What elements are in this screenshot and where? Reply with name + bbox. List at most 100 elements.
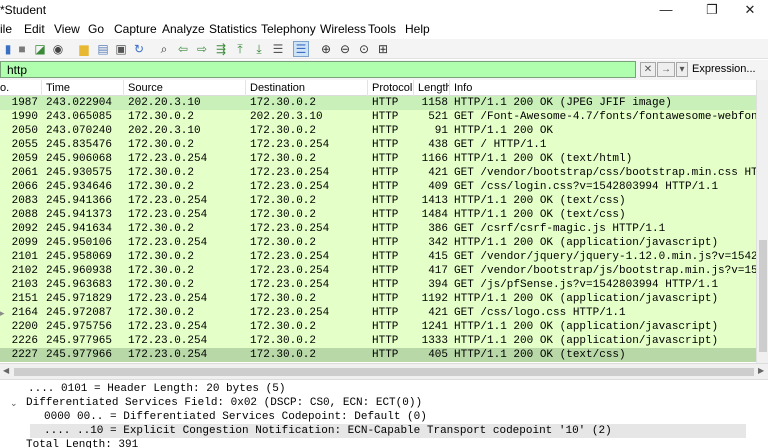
resize-columns-icon: ⊞ [377,42,389,56]
packet-cell-info: GET /Font-Awesome-4.7/fonts/fontawesome-… [454,111,756,123]
capture-options-button[interactable]: ◉ [50,41,66,57]
menu-statistics[interactable]: Statistics [209,22,257,36]
packet-cell-time: 245.941634 [46,223,113,235]
packet-cell-no: 2083 [11,195,38,207]
stop-capture-button[interactable]: ■ [14,41,30,57]
packet-row[interactable]: 2101 245.958069 172.30.0.2 172.23.0.254 HTTP… [0,250,756,264]
packet-cell-proto: HTTP [372,167,399,179]
find-packet-button[interactable]: ⌕ [156,41,172,57]
menu-file[interactable]: ile [0,22,12,36]
packet-row[interactable]: 2227 245.977966 172.23.0.254 172.30.0.2 HTTP… [0,348,756,362]
capture-options-icon: ◉ [52,42,64,56]
go-last-packet-button[interactable]: ⤓ [251,41,267,57]
detail-total-length[interactable]: Total Length: 391 [26,438,138,448]
scrollbar-thumb[interactable] [759,240,767,352]
packet-row[interactable]: 2059 245.906068 172.23.0.254 172.30.0.2 HTTP… [0,152,756,166]
packet-cell-time: 245.906068 [46,153,113,165]
menu-telephony[interactable]: Telephony [261,22,316,36]
scroll-left-icon[interactable]: ◀ [3,366,9,375]
scroll-right-icon[interactable]: ▶ [758,366,764,375]
go-first-packet-button[interactable]: ⤒ [232,41,248,57]
menu-go[interactable]: Go [88,22,104,36]
column-header-source[interactable]: Source [124,80,246,96]
detail-header-length[interactable]: .... 0101 = Header Length: 20 bytes (5) [28,382,285,396]
packet-row[interactable]: 2102 245.960938 172.30.0.2 172.23.0.254 HTTP… [0,264,756,278]
menu-edit[interactable]: Edit [24,22,45,36]
packet-cell-dst: 202.20.3.10 [250,111,323,123]
zoom-normal-button[interactable]: ⊙ [356,41,372,57]
packet-row[interactable]: 2151 245.971829 172.23.0.254 172.30.0.2 HTTP… [0,292,756,306]
close-file-button[interactable]: ▣ [113,41,129,57]
minimize-button[interactable]: — [646,0,686,21]
packet-cell-len: 386 [428,223,448,235]
horizontal-scrollbar-thumb[interactable] [14,368,754,376]
go-forward-button[interactable]: ⇨ [194,41,210,57]
packet-row[interactable]: 2226 245.977965 172.23.0.254 172.30.0.2 HTTP… [0,334,756,348]
packet-row[interactable]: 1990 243.065085 172.30.0.2 202.20.3.10 HTTP 5… [0,110,756,124]
display-filter-input[interactable] [0,61,636,78]
column-header-destination[interactable]: Destination [246,80,368,96]
packet-row[interactable]: 2099 245.950106 172.23.0.254 172.30.0.2 HTTP… [0,236,756,250]
packet-row[interactable]: 2055 245.835476 172.30.0.2 172.23.0.254 HTTP… [0,138,756,152]
menu-view[interactable]: View [54,22,80,36]
packet-cell-len: 415 [428,251,448,263]
zoom-in-icon: ⊕ [320,42,332,56]
packet-row[interactable]: 1987 243.022904 202.20.3.10 172.30.0.2 HTTP 1… [0,96,756,110]
close-window-button[interactable]: ✕ [730,0,768,21]
detail-ecn[interactable]: .... ..10 = Explicit Congestion Notifica… [30,424,746,438]
maximize-button[interactable]: ❐ [692,0,732,21]
open-file-button[interactable]: ▆ [76,41,92,57]
save-file-button[interactable]: ▤ [95,41,111,57]
menu-analyze[interactable]: Analyze [162,22,205,36]
zoom-out-button[interactable]: ⊖ [337,41,353,57]
packet-row[interactable]: ▸ 2164 245.972087 172.30.0.2 172.23.0.254 HTT… [0,306,756,320]
column-header-protocol[interactable]: Protocol [368,80,414,96]
packet-list[interactable]: o. Time Source Destination Protocol Leng… [0,80,768,363]
go-to-packet-button[interactable]: ⇶ [213,41,229,57]
packet-row[interactable]: 2083 245.941366 172.23.0.254 172.30.0.2 HTTP… [0,194,756,208]
horizontal-scrollbar[interactable]: ◀ ▶ [0,363,768,380]
packet-row[interactable]: 2066 245.934646 172.30.0.2 172.23.0.254 HTTP… [0,180,756,194]
column-header-time[interactable]: Time [42,80,124,96]
menu-tools[interactable]: Tools [368,22,396,36]
packet-row[interactable]: 2200 245.975756 172.23.0.254 172.30.0.2 HTTP… [0,320,756,334]
packet-cell-no: 2101 [11,251,38,263]
filter-history-dropdown[interactable]: ▾ [676,62,688,77]
apply-filter-button[interactable]: → [657,62,675,77]
close-file-icon: ▣ [115,42,127,56]
collapse-icon[interactable]: ⌄ [10,398,18,409]
packet-cell-no: 2164 [11,307,38,319]
packet-row[interactable]: 2092 245.941634 172.30.0.2 172.23.0.254 HTTP… [0,222,756,236]
autoscroll-button[interactable]: ☰ [270,41,286,57]
packet-list-scrollbar[interactable] [756,80,768,363]
column-header-no[interactable]: o. [0,80,42,96]
stop-capture-icon: ■ [18,42,26,56]
packet-row[interactable]: 2061 245.930575 172.30.0.2 172.23.0.254 HTTP… [0,166,756,180]
packet-cell-dst: 172.23.0.254 [250,279,330,291]
restart-capture-button[interactable]: ◪ [32,41,48,57]
reload-file-button[interactable]: ↻ [131,41,147,57]
packet-row[interactable]: 2050 243.070240 202.20.3.10 172.30.0.2 HTTP 9… [0,124,756,138]
packet-row[interactable]: 2103 245.963683 172.30.0.2 172.23.0.254 HTTP… [0,278,756,292]
resize-columns-button[interactable]: ⊞ [375,41,391,57]
menu-wireless[interactable]: Wireless [320,22,366,36]
packet-row[interactable]: 2088 245.941373 172.23.0.254 172.30.0.2 HTTP… [0,208,756,222]
packet-cell-src: 202.20.3.10 [128,125,201,137]
expression-button[interactable]: Expression... [692,63,756,75]
clear-filter-button[interactable]: ✕ [640,62,656,77]
packet-details-pane[interactable]: .... 0101 = Header Length: 20 bytes (5) … [0,380,768,448]
colorize-button[interactable]: ☰ [293,41,309,57]
column-header-info[interactable]: Info [450,80,756,96]
packet-cell-info: GET /css/logo.css HTTP/1.1 [454,307,626,319]
packet-cell-time: 245.941366 [46,195,113,207]
column-header-length[interactable]: Length [414,80,450,96]
packet-cell-time: 245.950106 [46,237,113,249]
packet-cell-time: 243.065085 [46,111,113,123]
zoom-in-button[interactable]: ⊕ [318,41,334,57]
detail-dsfield[interactable]: Differentiated Services Field: 0x02 (DSC… [26,396,422,410]
packet-cell-no: 2059 [11,153,38,165]
detail-dscp[interactable]: 0000 00.. = Differentiated Services Code… [44,410,427,424]
menu-help[interactable]: Help [405,22,430,36]
go-back-button[interactable]: ⇦ [175,41,191,57]
menu-capture[interactable]: Capture [114,22,157,36]
